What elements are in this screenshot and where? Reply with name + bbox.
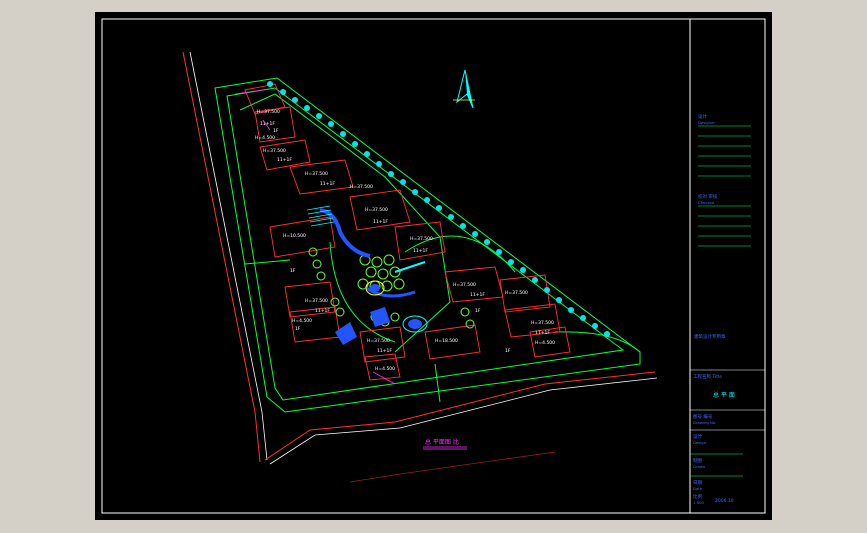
tb-row2-sub: Drawn: [693, 464, 706, 469]
building-label: H=37.500: [531, 320, 554, 326]
tb-scale-label: 比例: [693, 493, 702, 500]
building-label: H=4.500: [255, 135, 275, 141]
tb-row1-sub: Design: [693, 440, 707, 445]
building-label: H=37.500: [257, 109, 280, 115]
cad-viewport[interactable]: H=37.500 H=4.500 H=37.500 H=37.500 H=37.…: [95, 12, 772, 520]
building-label: H=4.500: [535, 340, 555, 346]
floor-label: 1F: [505, 348, 511, 354]
tb-drawing-no-label: 图号 编号: [693, 413, 713, 420]
floor-label: 11+1F: [535, 330, 550, 336]
floor-label: 1F: [475, 308, 481, 314]
floor-label: 11+1F: [470, 292, 485, 298]
floor-label: 11+1F: [377, 348, 392, 354]
building-label: H=37.500: [305, 171, 328, 177]
plan-title-text: 总 平面图 比: [425, 438, 459, 446]
building-label: H=37.500: [505, 290, 528, 296]
tb-project-label: 工程名称 Title: [693, 373, 722, 380]
tb-section1-sub: Designer: [698, 120, 715, 125]
floor-label: 1F: [273, 128, 279, 134]
tb-row3-sub: Date: [693, 486, 703, 491]
floor-label: 11+1F: [413, 248, 428, 254]
tb-drawing-no-sub: Drawing No.: [693, 420, 716, 425]
building-label: H=4.500: [292, 318, 312, 324]
floor-label: 11+1F: [320, 181, 335, 187]
site-roads: [182, 51, 658, 483]
tb-date-value: 2006.10: [715, 498, 734, 504]
building-label: H=10.500: [283, 233, 306, 239]
floor-label: 11+1F: [277, 157, 292, 163]
buildings: [244, 83, 571, 381]
site-plan-drawing: H=37.500 H=4.500 H=37.500 H=37.500 H=37.…: [101, 18, 766, 514]
building-label: H=37.500: [367, 338, 390, 344]
building-label: H=37.500: [410, 236, 433, 242]
floor-label: 1F: [295, 326, 301, 332]
north-arrow-icon: [453, 69, 475, 109]
tb-section1-label: 设计: [698, 113, 707, 120]
title-block: 设计 Designer 校对 审核 Checked 建筑设计专用章 工程名称 T…: [690, 113, 765, 505]
building-label: H=37.500: [365, 207, 388, 213]
site-boundary: [214, 77, 641, 413]
floor-label: 11+1F: [373, 219, 388, 225]
building-label: H=37.500: [263, 148, 286, 154]
building-label: H=37.500: [350, 184, 373, 190]
tb-section2-sub: Checked: [698, 200, 715, 205]
floor-label: 1F: [290, 268, 296, 274]
building-label: H=18.500: [435, 338, 458, 344]
tb-row1-label: 设计: [693, 433, 702, 440]
plan-title: 总 平面图 比: [423, 438, 467, 450]
building-label: H=4.500: [375, 366, 395, 372]
tb-stamp: 建筑设计专用章: [694, 333, 726, 340]
building-label: H=37.500: [453, 282, 476, 288]
tb-section2-label: 校对 审核: [698, 193, 718, 200]
building-label: H=37.500: [305, 298, 328, 304]
floor-label: 11+1F: [315, 308, 330, 314]
tb-drawing-name: 总 平 面: [713, 391, 735, 399]
tb-row2-label: 制图: [693, 457, 702, 464]
tb-scale-value: 1:500: [693, 500, 705, 505]
